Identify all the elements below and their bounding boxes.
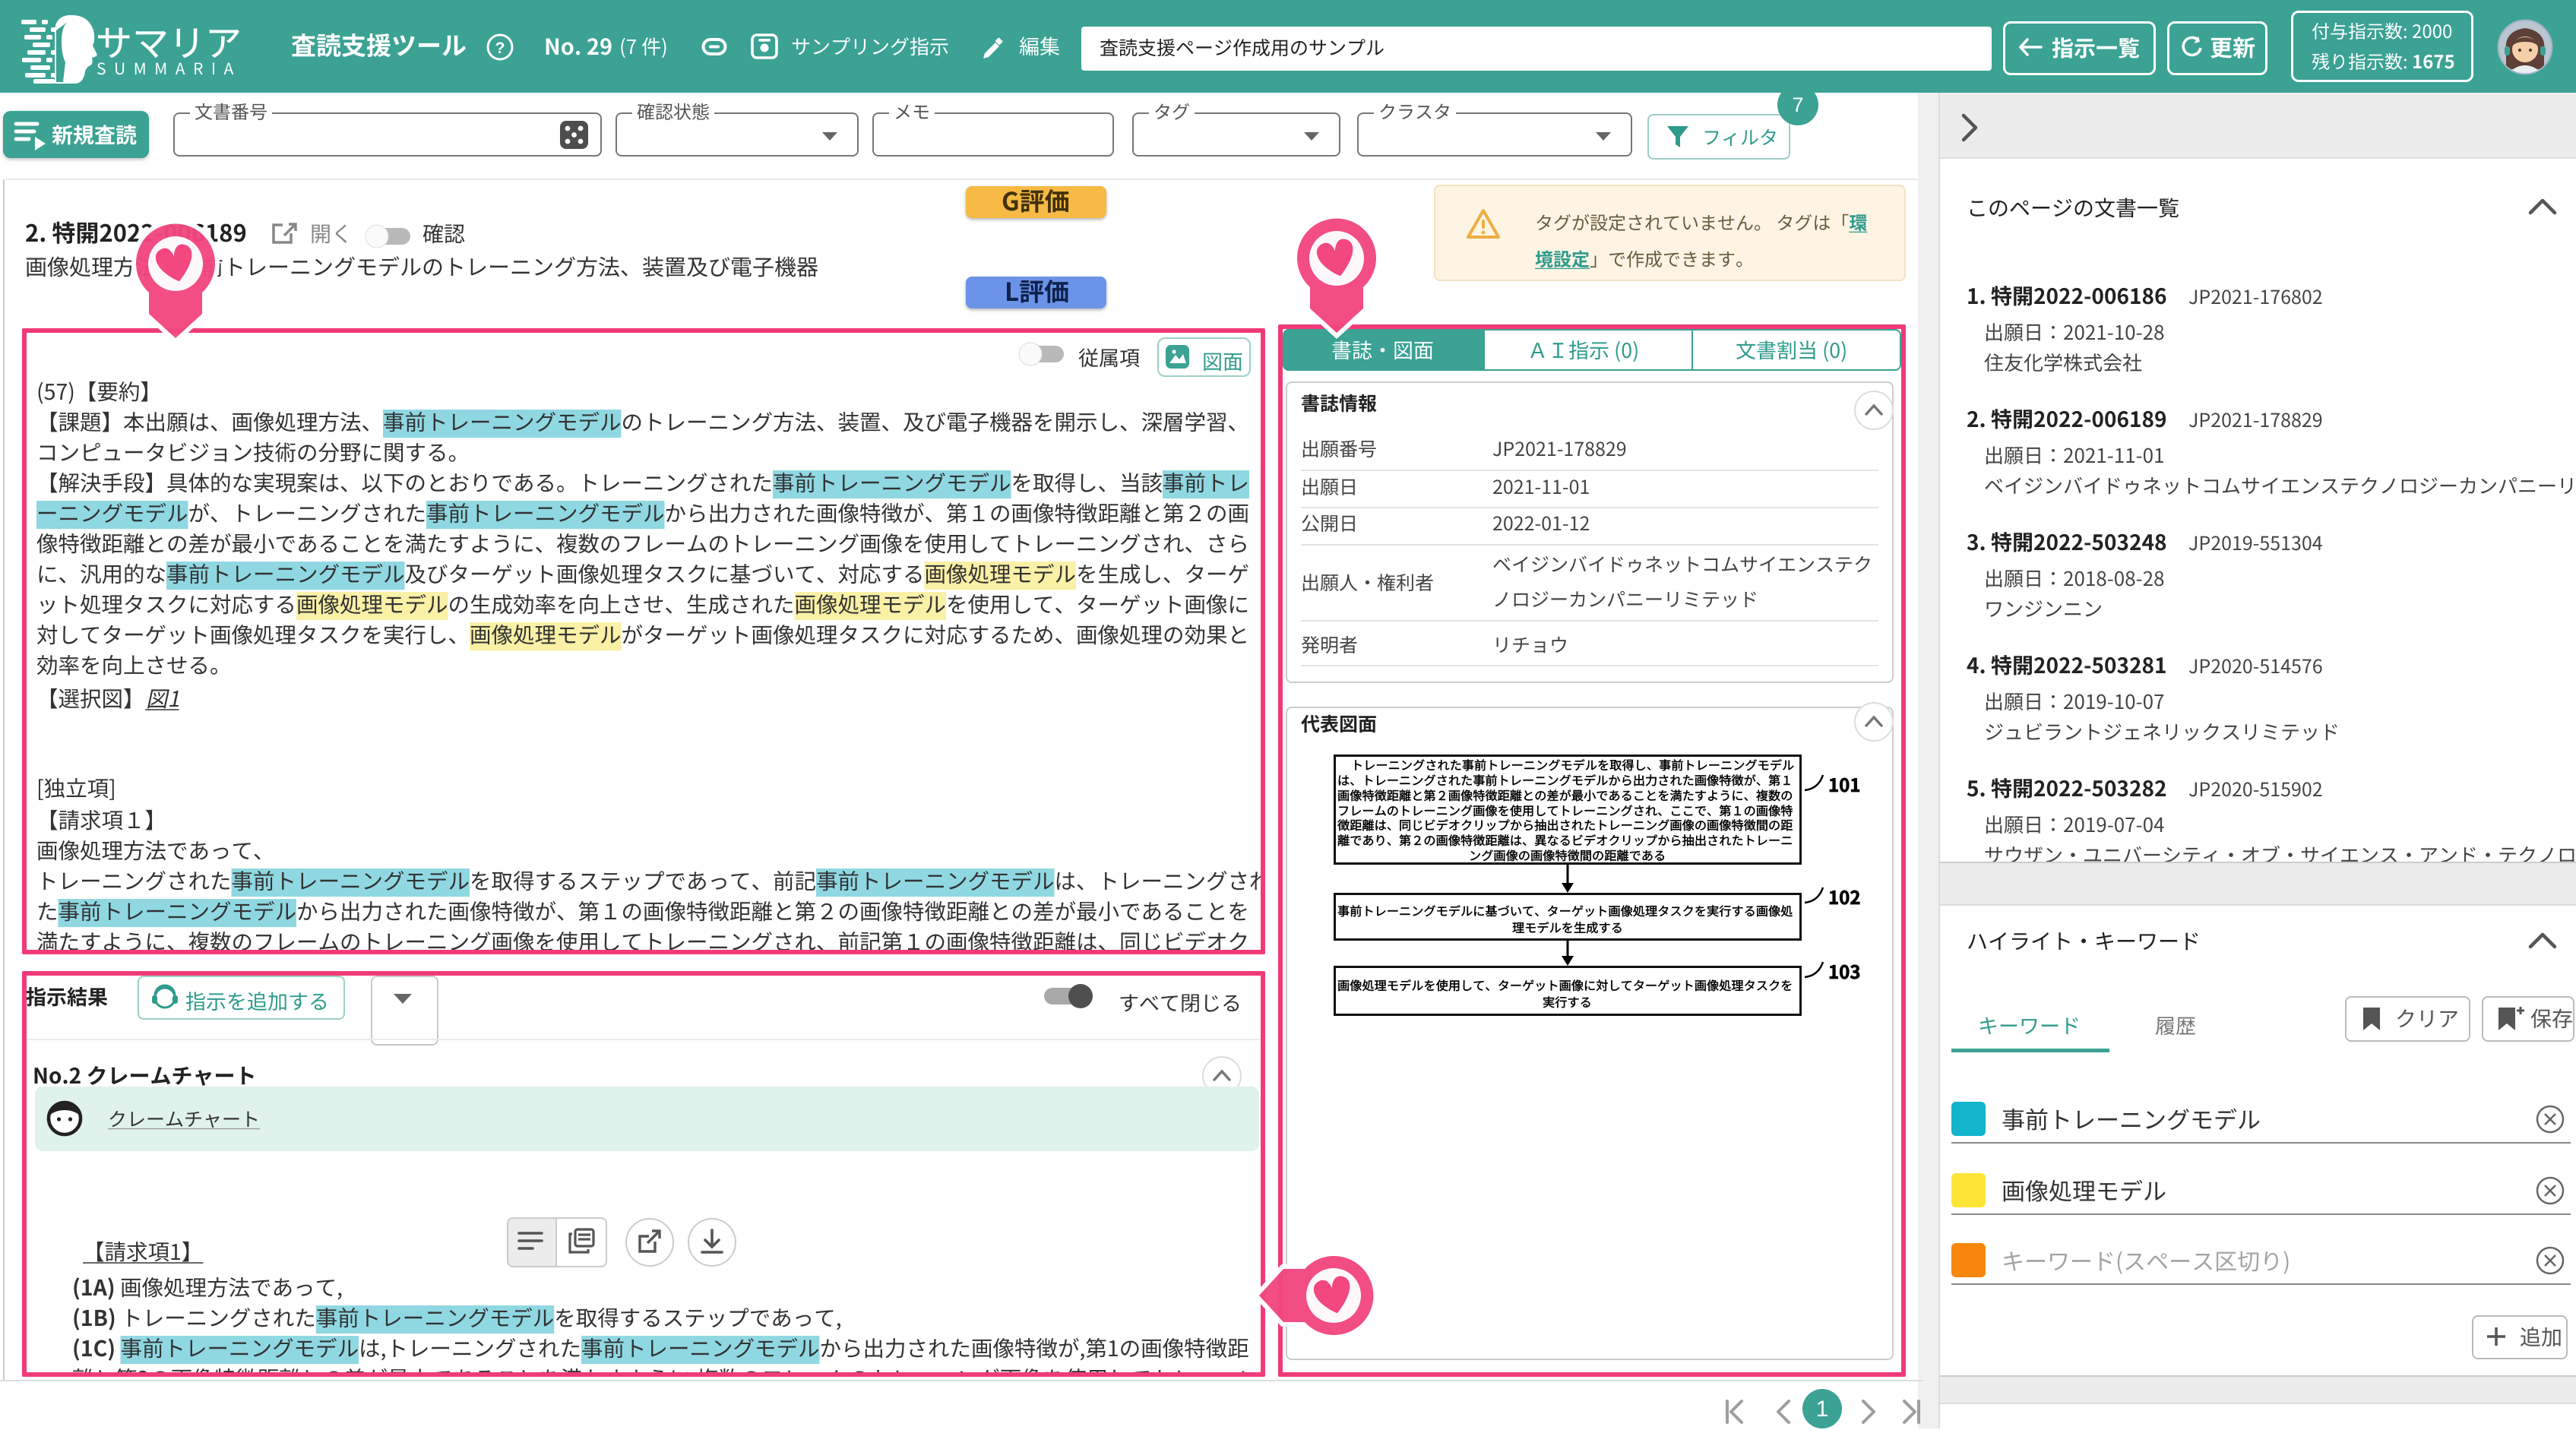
svg-text:?: ? <box>495 40 505 57</box>
svg-text:1: 1 <box>1816 1397 1829 1422</box>
svg-text:7: 7 <box>1792 93 1803 116</box>
